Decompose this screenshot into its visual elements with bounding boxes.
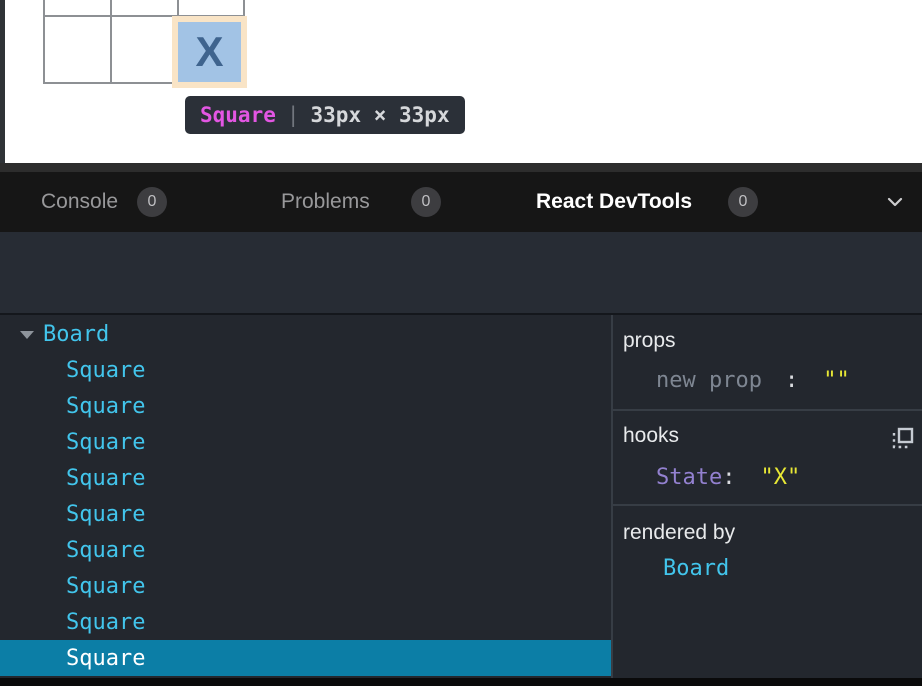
tree-item-label: Square [66,538,145,563]
rendered-by-section-title: rendered by [623,521,735,545]
tooltip-component-name: Square [200,103,276,127]
tree-item-board[interactable]: Board [0,316,612,352]
tree-item-label: Square [66,430,145,455]
inspect-tooltip: Square | 33px × 33px [185,96,465,134]
tree-item-label: Board [43,322,109,347]
window-left-edge [0,0,5,163]
collapse-arrow-icon[interactable] [20,331,34,339]
tab-problems[interactable]: Problems [281,172,370,232]
tree-item-label: Square [66,502,145,527]
section-divider [613,504,922,506]
component-details-panel: props new prop : "" hooks State : "X" re… [613,315,922,678]
square-cell-value: X [195,28,223,76]
tree-item-square[interactable]: Square [0,388,612,424]
colon: : [722,465,735,490]
grid-line [43,0,45,84]
tree-item-square[interactable]: Square [0,460,612,496]
props-section-title: props [623,329,676,353]
devtools-tab-bar: Console 0 Problems 0 React DevTools 0 [0,172,922,232]
parse-hook-names-icon[interactable] [890,426,916,452]
component-tree: Board Square Square Square Square Square… [0,315,612,678]
section-divider [613,409,922,411]
react-devtools-count-badge: 0 [728,187,758,217]
hook-name: State [656,465,722,490]
hook-value[interactable]: "X" [760,465,800,490]
tree-item-label: Square [66,574,145,599]
tree-item-label: Square [66,394,145,419]
tree-item-square[interactable]: Square [0,604,612,640]
tree-item-square-selected[interactable]: Square [0,640,612,676]
tree-item-label: Square [66,466,145,491]
devtools-window: X Square | 33px × 33px Console 0 Problem… [0,0,922,686]
react-devtools-toolbar: Square [0,232,922,313]
devtools-resize-handle[interactable] [0,163,922,172]
new-prop-value[interactable]: "" [823,368,850,393]
hooks-section-title: hooks [623,424,679,448]
tree-item-square[interactable]: Square [0,496,612,532]
new-prop-name[interactable]: new prop [656,368,762,393]
colon: : [785,368,798,393]
console-count-badge: 0 [137,187,167,217]
chevron-down-icon[interactable] [882,189,908,215]
tab-react-devtools[interactable]: React DevTools [536,172,692,232]
tree-item-square[interactable]: Square [0,568,612,604]
hook-state-row[interactable]: State : "X" [656,465,800,490]
problems-count-badge: 0 [411,187,441,217]
tab-console[interactable]: Console [41,172,118,232]
tree-item-square[interactable]: Square [0,424,612,460]
grid-line [110,0,112,84]
new-prop-row[interactable]: new prop : "" [656,368,850,393]
tree-item-label: Square [66,646,145,671]
tree-item-square[interactable]: Square [0,352,612,388]
rendered-by-owner-link[interactable]: Board [663,556,729,581]
window-bottom-edge [0,678,922,686]
tree-item-square[interactable]: Square [0,532,612,568]
tree-item-label: Square [66,610,145,635]
inspected-page-area: X Square | 33px × 33px [0,0,922,163]
tree-item-label: Square [66,358,145,383]
tooltip-separator: | [287,103,300,127]
square-cell[interactable]: X [178,22,241,82]
tooltip-dimensions: 33px × 33px [311,103,450,127]
